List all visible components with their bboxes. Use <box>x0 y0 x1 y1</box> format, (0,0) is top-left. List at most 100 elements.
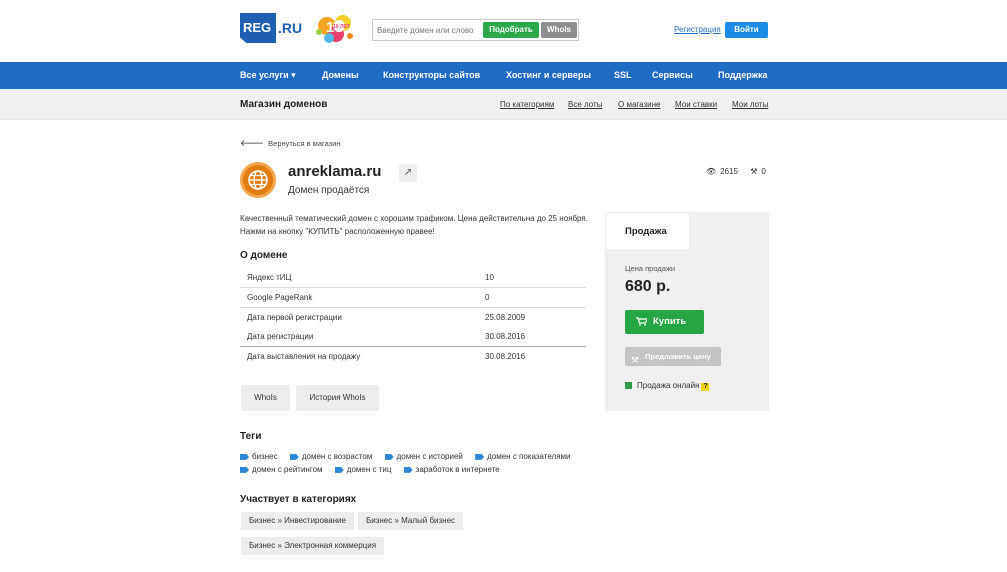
tag-label: заработок в интернете <box>415 465 500 474</box>
whois-button[interactable]: WhoIs <box>241 385 290 411</box>
online-sale-option: Продажа онлайн? <box>625 381 710 391</box>
anniversary-badge: 1 10 ЛЕТ <box>309 10 361 50</box>
nav-services[interactable]: Сервисы <box>652 70 693 80</box>
back-to-shop-label: Вернуться в магазин <box>268 139 341 148</box>
views-count: 2615 <box>720 167 738 176</box>
description-line: Нажми на кнопку "КУПИТЬ" расположенную п… <box>240 227 435 236</box>
info-label: Google PageRank <box>240 287 485 308</box>
table-row: Google PageRank 0 <box>240 287 586 308</box>
tag-link[interactable]: домен с показателями <box>475 450 571 463</box>
info-value: 0 <box>485 287 586 308</box>
help-icon[interactable]: ? <box>701 383 710 391</box>
logo-suffix: .RU <box>278 20 303 36</box>
header-whois-button[interactable]: WhoIs <box>541 22 577 38</box>
tab-sale-label: Продажа <box>625 226 667 237</box>
info-value: 30.08.2016 <box>485 351 526 361</box>
shop-title: Магазин доменов <box>240 99 328 110</box>
anniversary-badge-graphic: 1 10 ЛЕТ <box>316 15 353 43</box>
subnav-all-lots[interactable]: Все лоты <box>568 100 602 109</box>
info-label: Дата первой регистрации <box>247 312 342 322</box>
domain-search-input[interactable] <box>377 22 481 38</box>
back-to-shop-link[interactable]: 🡐 Вернуться в магазин <box>240 138 340 149</box>
shop-subnav: Магазин доменов По категориям Все лоты О… <box>0 89 1007 120</box>
globe-icon <box>240 162 276 198</box>
lot-stats: 👁 2615 ⚒ 0 <box>706 167 770 176</box>
domain-name: anreklama.ru <box>288 163 382 180</box>
tag-icon <box>334 466 344 473</box>
description-line: Качественный тематический домен с хороши… <box>240 214 588 223</box>
table-row: Дата выставления на продажу 30.08.2016 <box>240 346 586 366</box>
whois-history-button[interactable]: История WhoIs <box>296 385 379 411</box>
register-link[interactable]: Регистрация <box>674 25 721 34</box>
login-button[interactable]: Войти <box>725 22 768 38</box>
tag-icon <box>403 466 413 473</box>
category-link[interactable]: Бизнес » Малый бизнес <box>358 512 464 530</box>
logo-mark: REG <box>240 13 276 43</box>
tag-label: домен с показателями <box>487 452 571 461</box>
nav-hosting[interactable]: Хостинг и серверы <box>506 70 591 80</box>
pick-domain-button[interactable]: Подобрать <box>483 22 539 38</box>
subnav-my-bids[interactable]: Мои ставки <box>675 100 717 109</box>
online-sale-checkbox[interactable] <box>625 382 632 390</box>
external-link-icon[interactable]: ↗ <box>399 164 417 182</box>
tag-icon <box>384 453 394 460</box>
info-label: Дата выставления на продажу <box>247 351 361 361</box>
nav-all-services[interactable]: Все услуги ▾ <box>240 70 296 81</box>
nav-ssl[interactable]: SSL <box>614 70 632 80</box>
category-link[interactable]: Бизнес » Инвестирование <box>241 512 354 530</box>
sale-price: 680 р. <box>625 278 671 295</box>
tag-link[interactable]: домен с тиц <box>334 463 392 476</box>
tag-label: домен с историей <box>396 452 463 461</box>
sale-tabs-strip <box>690 212 769 250</box>
tag-label: бизнес <box>252 452 278 461</box>
tag-link[interactable]: домен с возрастом <box>289 450 372 463</box>
tag-link[interactable]: домен с рейтингом <box>240 463 323 476</box>
table-row: Яндекс тИЦ 10 <box>240 268 586 289</box>
subnav-by-category[interactable]: По категориям <box>500 100 554 109</box>
gavel-icon: ⚒ <box>750 167 758 176</box>
info-value: 30.08.2016 <box>485 326 586 347</box>
nav-domains[interactable]: Домены <box>322 70 359 80</box>
tag-label: домен с рейтингом <box>252 465 323 474</box>
tag-icon <box>240 453 249 460</box>
buy-button[interactable]: Купить <box>625 310 704 334</box>
bids-count: 0 <box>761 167 766 176</box>
nav-site-builders[interactable]: Конструкторы сайтов <box>383 70 480 80</box>
info-label: Яндекс тИЦ <box>240 268 485 289</box>
cart-icon <box>636 317 647 326</box>
tags-title: Теги <box>240 431 262 442</box>
category-link[interactable]: Бизнес » Электронная коммерция <box>241 537 385 555</box>
tab-sale[interactable]: Продажа <box>605 212 690 250</box>
domain-status: Домен продаётся <box>288 185 370 196</box>
tag-icon <box>240 466 249 473</box>
tag-link[interactable]: домен с историей <box>384 450 463 463</box>
tag-link[interactable]: заработок в интернете <box>403 463 500 476</box>
categories-title: Участвует в категориях <box>240 494 357 505</box>
online-sale-label: Продажа онлайн <box>637 381 700 390</box>
table-row: Дата первой регистрации 25.08.2009 <box>240 307 586 327</box>
gavel-icon: ⚒ <box>631 355 640 365</box>
eye-icon: 👁 <box>706 167 717 176</box>
info-label: Дата регистрации <box>240 326 485 347</box>
subnav-about-shop[interactable]: О магазине <box>618 100 661 109</box>
table-row: Дата регистрации 30.08.2016 <box>240 326 586 347</box>
tag-link[interactable]: бизнес <box>240 450 278 463</box>
info-value: 25.08.2009 <box>485 312 526 322</box>
arrow-left-icon: 🡐 <box>240 138 265 148</box>
offer-price-label: Предложить цену <box>645 352 711 361</box>
anniversary-text: 10 ЛЕТ <box>333 24 350 30</box>
domain-search: Подобрать WhoIs <box>372 19 579 41</box>
tag-label: домен с тиц <box>346 465 392 474</box>
main-nav: Все услуги ▾ Домены Конструкторы сайтов … <box>0 62 1007 89</box>
site-header: REG .RU 1 10 ЛЕТ Подобрать WhoIs Регистр… <box>0 0 1007 62</box>
about-domain-title: О домене <box>240 250 288 261</box>
sale-panel: Цена продажи 680 р. Купить ⚒ Предложить … <box>605 249 769 411</box>
domain-description: Качественный тематический домен с хороши… <box>240 212 590 238</box>
site-logo[interactable]: REG .RU <box>240 13 306 45</box>
tag-icon <box>289 453 299 460</box>
nav-support[interactable]: Поддержка <box>718 70 768 80</box>
domain-info-table: Яндекс тИЦ 10 Google PageRank 0 Дата пер… <box>240 268 586 366</box>
offer-price-button[interactable]: ⚒ Предложить цену <box>625 347 721 366</box>
subnav-my-lots[interactable]: Мои лоты <box>732 100 768 109</box>
info-value: 10 <box>485 268 586 289</box>
